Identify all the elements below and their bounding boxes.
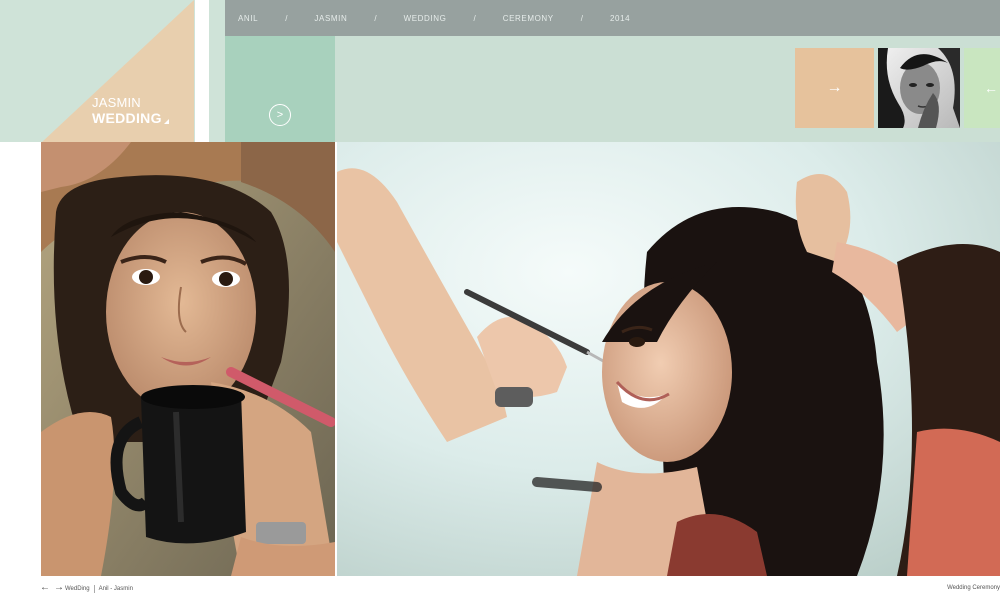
page: JASMIN WEDDING ANIL / JASMIN / WEDDING /…: [0, 0, 1000, 600]
breadcrumb-separator: /: [580, 13, 583, 23]
footer-category-link[interactable]: WedDing: [65, 586, 90, 592]
white-divider-strip: [195, 0, 209, 142]
footer-couple-link[interactable]: Anil - Jasmin: [99, 586, 133, 592]
bride-makeup-image: [337, 142, 1000, 576]
thumbnail-portrait-image: [878, 48, 960, 128]
footer: ← → WedDing Anil - Jasmin Wedding Ceremo…: [0, 576, 1000, 600]
breadcrumb-item-year[interactable]: 2014: [610, 14, 630, 23]
thumbnail-next-button[interactable]: →: [795, 48, 874, 128]
album-title-line2-text: WEDDING: [92, 110, 162, 126]
breadcrumb-separator: /: [374, 13, 377, 23]
photo-bride-with-mug[interactable]: [41, 142, 335, 576]
header-mint-panel: JASMIN WEDDING: [0, 0, 195, 142]
chevron-right-icon: >: [276, 109, 284, 121]
thumbnail-photo[interactable]: [878, 48, 960, 128]
breadcrumb-separator: /: [285, 13, 288, 23]
thumbnail-prev-button[interactable]: ←: [964, 48, 1000, 128]
album-title-line1: JASMIN: [92, 95, 141, 110]
footer-next-arrow-icon[interactable]: →: [54, 582, 64, 593]
footer-page-label: Wedding Ceremony: [947, 585, 1000, 591]
breadcrumb-item-jasmin[interactable]: JASMIN: [314, 14, 347, 23]
breadcrumb-item-ceremony[interactable]: CEREMONY: [503, 14, 554, 23]
breadcrumb-item-wedding[interactable]: WEDDING: [404, 14, 447, 23]
footer-breadcrumb: WedDing Anil - Jasmin: [65, 585, 133, 593]
breadcrumb-item-anil[interactable]: ANIL: [238, 14, 258, 23]
breadcrumb: ANIL / JASMIN / WEDDING / CEREMONY / 201…: [225, 0, 1000, 36]
album-title-line2: WEDDING: [92, 111, 169, 125]
corner-arrow-icon: [163, 119, 169, 124]
footer-nav: ← →: [40, 582, 64, 593]
next-circle-button[interactable]: >: [269, 104, 291, 126]
arrow-right-icon: →: [826, 79, 843, 96]
album-title[interactable]: JASMIN WEDDING: [92, 96, 169, 125]
arrow-left-icon: ←: [984, 80, 998, 96]
bride-mug-image: [41, 142, 335, 576]
breadcrumb-separator: /: [473, 13, 476, 23]
side-nav-panel: >: [225, 36, 335, 142]
footer-divider: [93, 585, 95, 593]
mint-divider-strip: [209, 0, 225, 142]
footer-prev-arrow-icon[interactable]: ←: [40, 582, 50, 593]
photo-bride-makeup[interactable]: [337, 142, 1000, 576]
